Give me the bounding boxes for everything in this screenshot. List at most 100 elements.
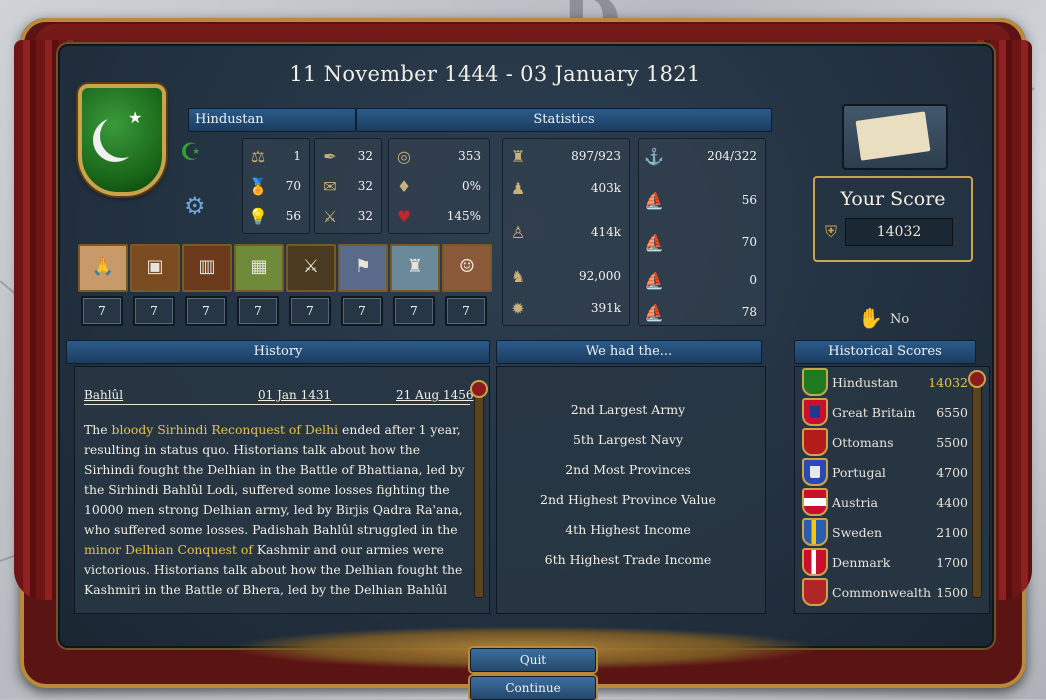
scales-icon: ⚖ (250, 146, 266, 166)
country-name: Sweden (832, 524, 883, 540)
achievement-item: 2nd Highest Province Value (540, 492, 716, 507)
stat-row[interactable]: ⛵ 56 (639, 185, 765, 215)
history-banner: History (66, 340, 490, 364)
country-score: 2100 (936, 524, 968, 540)
stat-row[interactable]: ⛵ 70 (639, 227, 765, 257)
scores-scrollbar[interactable] (972, 384, 982, 598)
country-score: 5500 (936, 434, 968, 450)
flag-icon (802, 548, 828, 576)
flag-icon (802, 458, 828, 486)
stat-row[interactable]: ⚖ 1 (243, 141, 309, 171)
score-box: Your Score ⛨ 14032 (813, 176, 973, 262)
stat-row[interactable]: ♞ 92,000 (503, 261, 629, 291)
war-link[interactable]: bloody Sirhindi Reconquest of Delhi (112, 422, 339, 437)
historical-scores-banner: Historical Scores (794, 340, 976, 364)
country-name: Portugal (832, 464, 886, 480)
history-header: History (253, 344, 303, 359)
stat-value: 32 (357, 209, 373, 223)
stat-row[interactable]: ⛵ 78 (639, 297, 765, 327)
score-row[interactable]: Hindustan 14032 (802, 368, 968, 396)
quit-button[interactable]: Quit (470, 648, 596, 672)
score-row[interactable]: Austria 4400 (802, 488, 968, 516)
stat-row[interactable]: 💡 56 (243, 201, 309, 231)
score-row[interactable]: Great Britain 6550 (802, 398, 968, 426)
score-row[interactable]: Commonwealth 1500 (802, 578, 968, 606)
stat-row[interactable]: ✉ 32 (315, 171, 381, 201)
country-name: Hindustan (195, 112, 264, 127)
history-scrollbar[interactable] (474, 384, 484, 598)
stat-value: 56 (285, 209, 301, 223)
war-link[interactable]: minor Delhian Conquest of (84, 542, 253, 557)
explorer-icon: ⚑ (354, 256, 372, 277)
fortress-icon: ♜ (406, 256, 424, 277)
country-score: 4400 (936, 494, 968, 510)
gauntlet-icon: ✋ (858, 306, 883, 330)
stat-row[interactable]: ✹ 391k (503, 293, 629, 323)
stat-row[interactable]: ⚔ 32 (315, 201, 381, 231)
score-row[interactable]: Denmark 1700 (802, 548, 968, 576)
scores-scroll-knob[interactable] (968, 370, 986, 388)
military-icon: ⚔ (322, 206, 338, 226)
stat-row[interactable]: ♟ 403k (503, 173, 629, 203)
idea-card[interactable]: ♜ (390, 244, 440, 292)
flag-icon (802, 368, 828, 396)
achievement-item: 5th Largest Navy (572, 432, 684, 447)
stat-row[interactable]: 🏅 70 (243, 171, 309, 201)
stat-value: 353 (458, 149, 481, 163)
score-row[interactable]: Portugal 4700 (802, 458, 968, 486)
idea-card[interactable]: ⚑ (338, 244, 388, 292)
idea-card[interactable]: ▥ (182, 244, 232, 292)
history-text-part: The (84, 422, 112, 437)
idea-level: 7 (445, 296, 487, 326)
heart-cross-icon: ♥ (396, 206, 412, 226)
flag-icon (802, 518, 828, 546)
country-score: 1700 (936, 554, 968, 570)
stat-row[interactable]: ♦ 0% (389, 171, 489, 201)
history-entry-name: Bahlûl (84, 388, 124, 402)
achievement-item: 2nd Most Provinces (565, 462, 691, 477)
continue-button[interactable]: Continue (470, 676, 596, 700)
stat-value: 32 (357, 149, 373, 163)
country-name: Great Britain (832, 404, 916, 420)
stat-value: 70 (741, 235, 757, 249)
stat-row[interactable]: ⚓ 204/322 (639, 141, 765, 171)
library-icon: ▥ (198, 256, 216, 277)
historical-scores-header: Historical Scores (828, 344, 942, 359)
no-label: No (890, 312, 910, 327)
provinces-icon: ♜ (510, 146, 526, 166)
stat-row[interactable]: ✒ 32 (315, 141, 381, 171)
stat-value: 403k (590, 181, 621, 195)
lightbulb-icon: 💡 (248, 206, 268, 226)
idea-card[interactable]: ▣ (130, 244, 180, 292)
idea-card[interactable]: ⚔ (286, 244, 336, 292)
infantry-icon: ♙ (510, 222, 526, 242)
idea-level: 7 (185, 296, 227, 326)
idea-card[interactable]: ▦ (234, 244, 284, 292)
stat-value: 78 (741, 305, 757, 319)
letter-button[interactable] (842, 104, 948, 170)
stat-column-2: ✒ 32 ✉ 32 ⚔ 32 (314, 138, 382, 234)
we-had-banner: We had the... (496, 340, 762, 364)
stat-row[interactable]: ♜ 897/923 (503, 141, 629, 171)
idea-level: 7 (341, 296, 383, 326)
country-score: 4700 (936, 464, 968, 480)
history-scroll-knob[interactable] (470, 380, 488, 398)
government-gear-icon[interactable]: ⚙ (184, 192, 206, 220)
stat-row[interactable]: ♥ 145% (389, 201, 489, 231)
history-entry-end: 21 Aug 1456 (396, 388, 474, 402)
religion-crescent-icon[interactable]: ☪ (180, 138, 202, 166)
score-row[interactable]: Ottomans 5500 (802, 428, 968, 456)
stat-row[interactable]: ⛵ 0 (639, 265, 765, 295)
praying-hands-icon: 🙏 (91, 256, 115, 277)
country-name: Hindustan (832, 374, 898, 390)
score-title: Your Score (840, 188, 946, 210)
idea-card[interactable]: 🙏 (78, 244, 128, 292)
stat-value: 70 (285, 179, 301, 193)
achievement-item: 2nd Largest Army (570, 402, 686, 417)
stat-row[interactable]: ♙ 414k (503, 217, 629, 247)
score-row[interactable]: Sweden 2100 (802, 518, 968, 546)
country-name: Denmark (832, 554, 891, 570)
flag-icon (802, 488, 828, 516)
idea-card[interactable]: ☺ (442, 244, 492, 292)
stat-row[interactable]: ◎ 353 (389, 141, 489, 171)
